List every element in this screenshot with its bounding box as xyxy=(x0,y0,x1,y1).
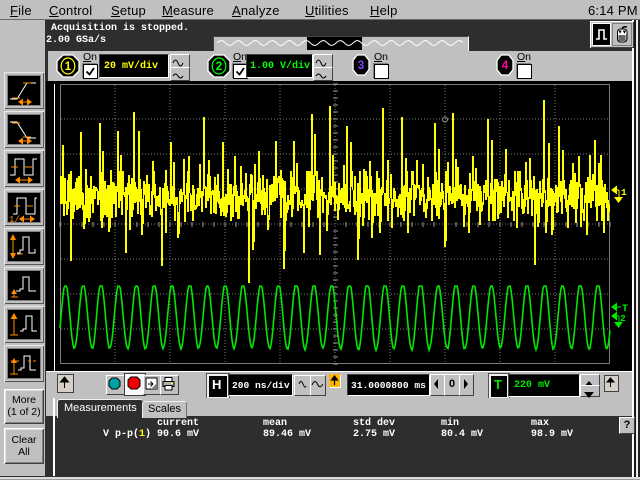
svg-text:2: 2 xyxy=(620,313,626,324)
svg-text:1/: 1/ xyxy=(9,215,20,222)
svg-text:1: 1 xyxy=(621,187,627,198)
